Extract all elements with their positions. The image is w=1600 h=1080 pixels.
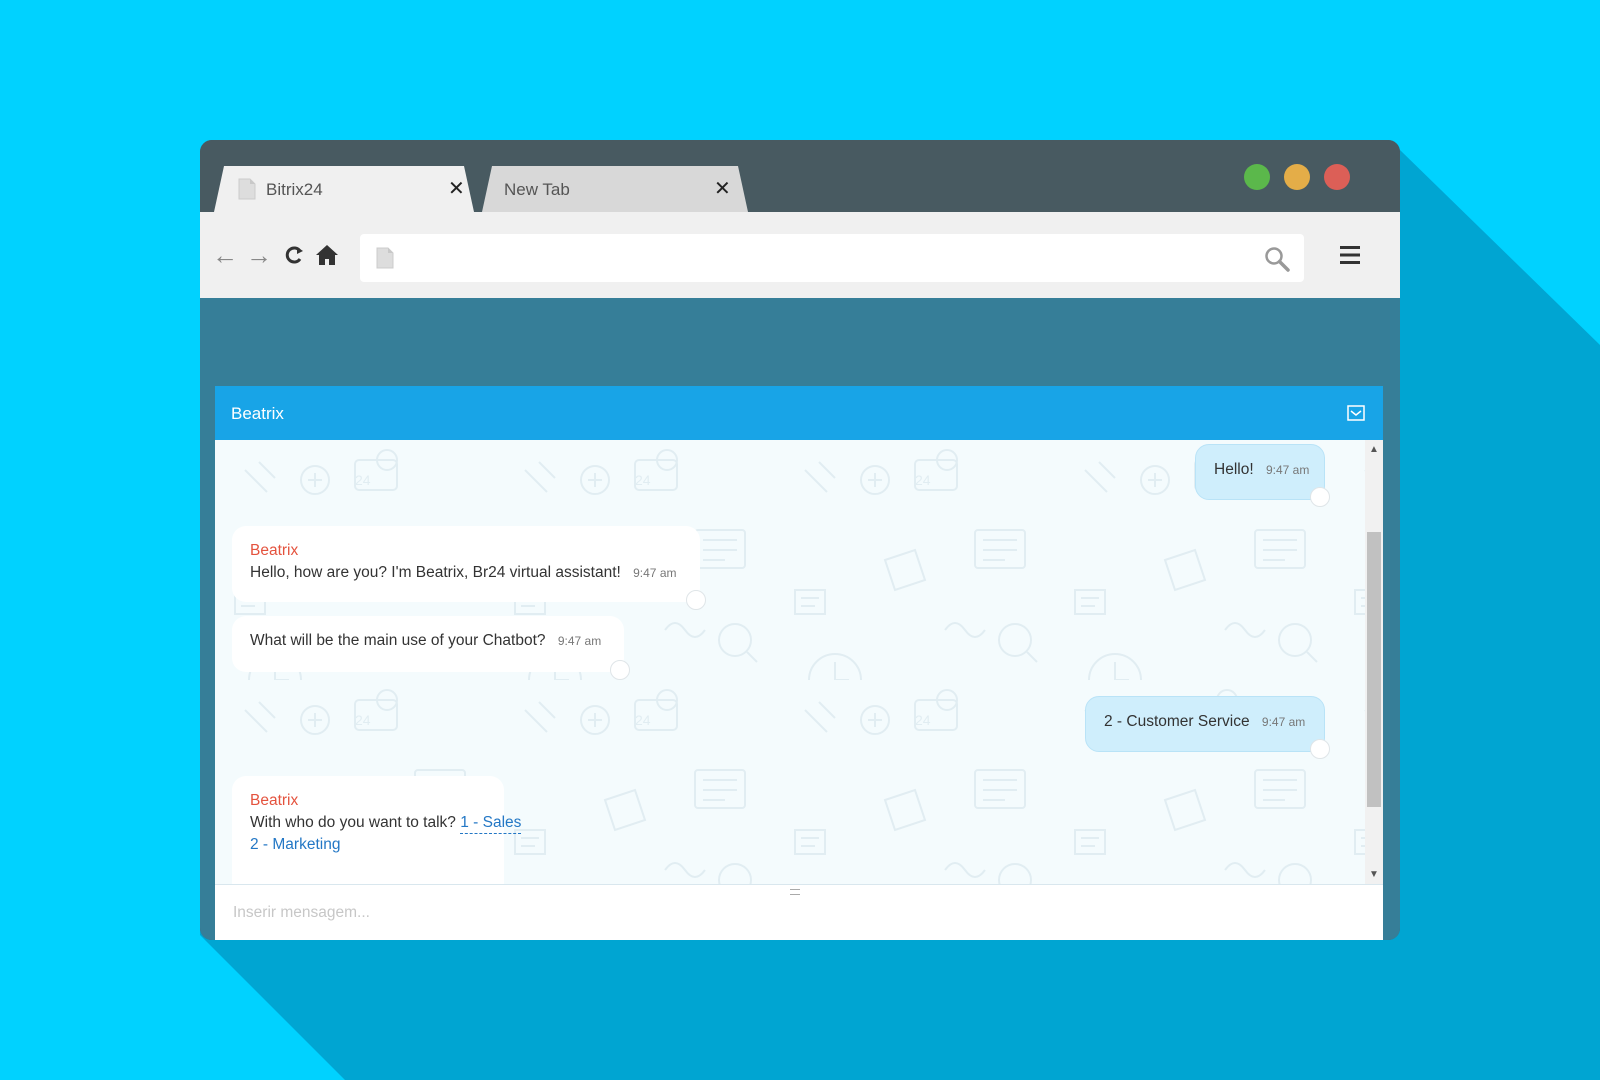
message-time: 9:47 am xyxy=(1265,463,1310,477)
message-input[interactable] xyxy=(231,897,1355,929)
reload-icon[interactable] xyxy=(284,245,304,265)
chat-title: Beatrix xyxy=(231,404,284,423)
message-text: 2 - Customer Service xyxy=(1104,713,1250,730)
message-incoming: Beatrix With who do you want to talk? 1 … xyxy=(232,776,522,884)
file-icon xyxy=(238,178,256,200)
browser-window: Bitrix24 ✕ New Tab ✕ ← → Beatrix Hello! … xyxy=(200,140,1400,940)
like-icon[interactable] xyxy=(1310,739,1330,759)
message-text: Hello, how are you? I'm Beatrix, Br24 vi… xyxy=(250,564,621,581)
tab-bitrix24[interactable]: Bitrix24 ✕ xyxy=(214,166,474,212)
message-input-area xyxy=(215,884,1383,940)
tab-new-tab[interactable]: New Tab ✕ xyxy=(482,166,748,212)
option-sales-link[interactable]: 1 - Sales xyxy=(460,813,522,834)
back-arrow-icon[interactable]: ← xyxy=(212,242,238,268)
tab-strip: Bitrix24 ✕ New Tab ✕ xyxy=(200,140,1400,212)
message-author: Beatrix xyxy=(250,542,299,559)
chat-header: Beatrix xyxy=(215,386,1383,440)
message-outgoing: 2 - Customer Service 9:47 am xyxy=(1085,696,1330,759)
message-time: 9:47 am xyxy=(633,566,677,580)
message-text: What will be the main use of your Chatbo… xyxy=(250,632,546,649)
search-icon[interactable] xyxy=(1264,246,1290,272)
scroll-thumb[interactable] xyxy=(1367,532,1381,807)
close-window-button[interactable] xyxy=(1324,164,1350,190)
chat-widget: Beatrix Hello! 9:47 am Beatrix Hello, ho… xyxy=(215,386,1383,940)
message-time: 9:47 am xyxy=(557,634,602,648)
page-content: Beatrix Hello! 9:47 am Beatrix Hello, ho… xyxy=(200,298,1400,940)
message-text: With who do you want to talk? xyxy=(250,814,456,831)
option-marketing-link[interactable]: 2 - Marketing xyxy=(250,834,486,856)
close-icon[interactable]: ✕ xyxy=(448,176,465,201)
like-icon[interactable] xyxy=(610,660,630,680)
message-author: Beatrix xyxy=(250,792,299,809)
message-time: 9:47 am xyxy=(1261,715,1306,729)
forward-arrow-icon[interactable]: → xyxy=(246,242,272,268)
like-icon[interactable] xyxy=(686,590,706,610)
scroll-down-icon[interactable]: ▼ xyxy=(1369,869,1379,880)
message-list: 24 Hello! 9:47 am Beatrix Hello, how are… xyxy=(215,440,1365,884)
close-icon[interactable]: ✕ xyxy=(714,176,731,201)
message-incoming: Beatrix Hello, how are you? I'm Beatrix,… xyxy=(232,526,706,610)
minimize-button[interactable] xyxy=(1284,164,1310,190)
tab-label: Bitrix24 xyxy=(266,180,323,199)
message-incoming: What will be the main use of your Chatbo… xyxy=(232,616,630,680)
page-icon xyxy=(376,247,394,269)
home-icon[interactable] xyxy=(315,244,339,266)
scroll-up-icon[interactable]: ▲ xyxy=(1369,444,1379,455)
message-text: Hello! xyxy=(1214,461,1254,478)
maximize-button[interactable] xyxy=(1244,164,1270,190)
resize-grip-icon[interactable] xyxy=(790,889,800,895)
tab-label: New Tab xyxy=(504,180,570,199)
address-bar[interactable] xyxy=(360,234,1304,282)
like-icon[interactable] xyxy=(1310,487,1330,507)
chat-scrollbar[interactable]: ▲ ▼ xyxy=(1365,440,1383,884)
browser-toolbar: ← → xyxy=(200,212,1400,298)
url-input[interactable] xyxy=(410,242,1234,276)
hamburger-menu-icon[interactable] xyxy=(1340,245,1360,265)
mail-icon[interactable] xyxy=(1347,405,1365,421)
message-outgoing: Hello! 9:47 am xyxy=(1195,444,1330,507)
